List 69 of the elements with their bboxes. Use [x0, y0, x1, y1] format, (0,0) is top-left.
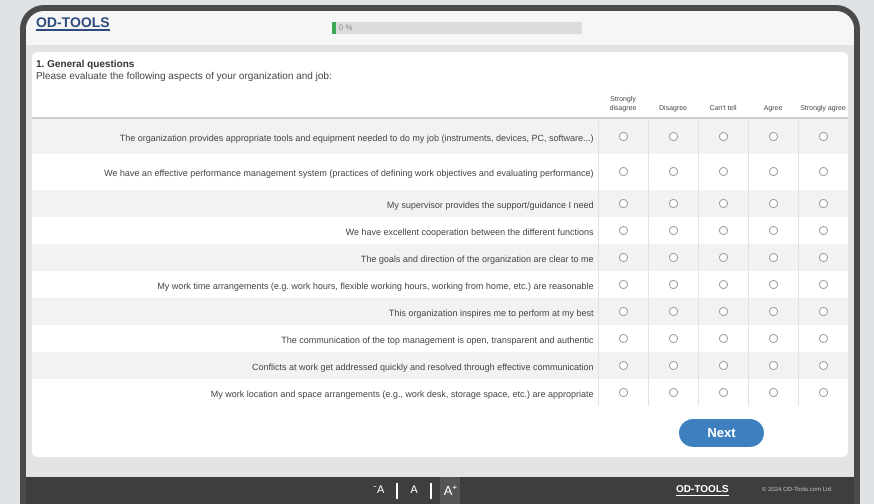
instruction-text: Please evaluate the following aspects of your organization and job: [35, 71, 333, 83]
radio-button[interactable] [818, 198, 828, 208]
radio-button[interactable] [618, 334, 628, 343]
radio-button[interactable] [818, 388, 828, 397]
section-title: 1. General questions [35, 58, 136, 71]
question-text: The goals and direction of the organization are clear to me [360, 254, 594, 264]
footer-logo: OD-TOOLS [676, 485, 729, 496]
radio-button[interactable] [768, 252, 778, 262]
radio-button[interactable] [768, 198, 778, 208]
radio-button[interactable] [668, 360, 678, 370]
radio-button[interactable] [718, 388, 728, 397]
radio-button[interactable] [818, 167, 828, 176]
radio-button[interactable] [618, 306, 628, 316]
radio-button[interactable] [718, 167, 728, 176]
radio-button[interactable] [668, 280, 678, 289]
radio-button[interactable] [818, 280, 828, 289]
radio-button[interactable] [818, 252, 828, 262]
question-text: Conflicts at work get addressed quickly and resolved through effective communication [252, 362, 594, 372]
radio-button[interactable] [718, 360, 728, 370]
radio-button[interactable] [668, 226, 678, 235]
radio-button[interactable] [818, 226, 828, 235]
radio-button[interactable] [718, 252, 728, 262]
radio-button[interactable] [818, 334, 828, 343]
radio-button[interactable] [668, 306, 678, 316]
radio-button[interactable] [618, 360, 628, 370]
question-text: My work time arrangements (e.g. work hours, flexible working hours, working from home, etc.) are reasonable [157, 280, 594, 290]
radio-button[interactable] [618, 132, 628, 141]
radio-button[interactable] [668, 388, 678, 397]
radio-button[interactable] [668, 198, 678, 208]
radio-button[interactable] [618, 388, 628, 397]
radio-button[interactable] [768, 167, 778, 176]
question-text: We have an effective performance management system (practices of defining work objectives and evaluating performance) [104, 168, 594, 178]
radio-button[interactable] [618, 198, 628, 208]
question-text: This organization inspires me to perform at my best [388, 308, 594, 318]
radio-button[interactable] [718, 334, 728, 343]
radio-button[interactable] [768, 226, 778, 235]
progress-label: 0 % [338, 22, 352, 34]
radio-button[interactable] [668, 334, 678, 343]
radio-button[interactable] [768, 388, 778, 397]
radio-button[interactable] [768, 334, 778, 343]
font-size-button[interactable]: ⁻A [369, 477, 388, 504]
radio-button[interactable] [618, 280, 628, 289]
radio-button[interactable] [718, 198, 728, 208]
radio-button[interactable] [818, 306, 828, 316]
radio-button[interactable] [668, 252, 678, 262]
question-text: My supervisor provides the support/guidance I need [386, 200, 594, 210]
radio-button[interactable] [818, 360, 828, 370]
radio-button[interactable] [768, 280, 778, 289]
logo: OD-TOOLS [36, 15, 110, 31]
radio-button[interactable] [718, 132, 728, 141]
radio-button[interactable] [718, 226, 728, 235]
question-text: The communication of the top management is open, transparent and authentic [281, 334, 594, 344]
font-size-button[interactable]: A [406, 477, 422, 504]
radio-button[interactable] [618, 252, 628, 262]
radio-button[interactable] [618, 226, 628, 235]
next-button[interactable]: Next [679, 419, 764, 447]
question-text: My work location and space arrangements (e.g., work desk, storage space, etc.) are appropriate [210, 388, 594, 398]
question-text: The organization provides appropriate tools and equipment needed to do my job (instruments, devices, PC, software...) [120, 132, 594, 142]
radio-button[interactable] [768, 306, 778, 316]
radio-button[interactable] [668, 167, 678, 176]
radio-button[interactable] [768, 132, 778, 141]
question-text: We have excellent cooperation between the different functions [346, 226, 594, 236]
radio-button[interactable] [818, 132, 828, 141]
radio-button[interactable] [768, 360, 778, 370]
radio-button[interactable] [618, 167, 628, 176]
radio-button[interactable] [668, 132, 678, 141]
font-size-button[interactable]: A⁺ [440, 477, 460, 504]
radio-button[interactable] [718, 306, 728, 316]
radio-button[interactable] [718, 280, 728, 289]
